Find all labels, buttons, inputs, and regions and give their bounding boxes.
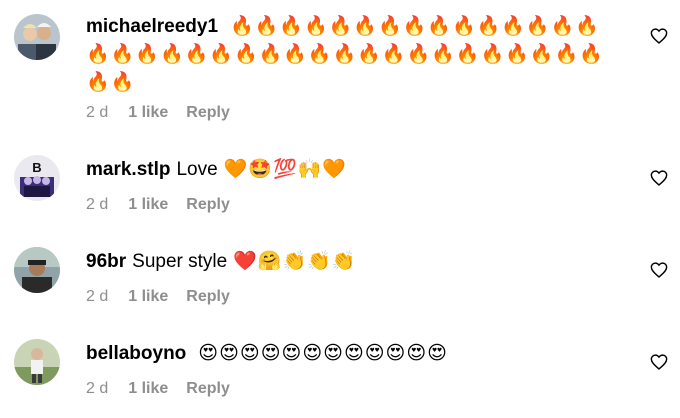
- comment-text: Love: [176, 159, 218, 180]
- reply-button[interactable]: Reply: [186, 287, 230, 307]
- comment-body: michaelreedy1 🔥🔥🔥🔥🔥🔥🔥🔥🔥🔥🔥🔥🔥🔥🔥🔥🔥🔥🔥🔥🔥🔥🔥🔥🔥🔥🔥…: [86, 13, 620, 97]
- comment-body: mark.stlp Love 🧡🤩💯🙌🧡: [86, 156, 620, 184]
- comment-emojis: 😍😍😍😍😍😍😍😍😍😍😍😍: [198, 343, 448, 364]
- comment-meta: 2 d 1 like Reply: [86, 103, 230, 123]
- avatar[interactable]: [14, 14, 60, 60]
- svg-text:B: B: [32, 160, 41, 175]
- comment-like-count[interactable]: 1 like: [128, 287, 168, 307]
- comment-timestamp[interactable]: 2 d: [86, 103, 108, 123]
- heart-outline-icon[interactable]: [650, 170, 668, 186]
- reply-button[interactable]: Reply: [186, 103, 230, 123]
- comment-like-count[interactable]: 1 like: [128, 195, 168, 215]
- reply-button[interactable]: Reply: [186, 195, 230, 215]
- comment-like-count[interactable]: 1 like: [128, 103, 168, 123]
- comment-text: Super style: [132, 251, 228, 272]
- heart-outline-icon[interactable]: [650, 262, 668, 278]
- comment-meta: 2 d 1 like Reply: [86, 379, 230, 399]
- comment-username[interactable]: bellaboyno: [86, 343, 186, 364]
- comment-username[interactable]: 96br: [86, 251, 126, 272]
- avatar[interactable]: B: [14, 155, 60, 201]
- comment-timestamp[interactable]: 2 d: [86, 287, 108, 307]
- comment-body: bellaboyno 😍😍😍😍😍😍😍😍😍😍😍😍: [86, 340, 620, 368]
- avatar[interactable]: [14, 339, 60, 385]
- comment-meta: 2 d 1 like Reply: [86, 287, 230, 307]
- comment-timestamp[interactable]: 2 d: [86, 195, 108, 215]
- comment-username[interactable]: michaelreedy1: [86, 16, 218, 37]
- reply-button[interactable]: Reply: [186, 379, 230, 399]
- comment-emojis: 🧡🤩💯🙌🧡: [223, 159, 347, 180]
- comment-body: 96br Super style ❤️🤗👏👏👏: [86, 248, 620, 276]
- comment-timestamp[interactable]: 2 d: [86, 379, 108, 399]
- avatar[interactable]: [14, 247, 60, 293]
- comment-emojis: ❤️🤗👏👏👏: [233, 251, 357, 272]
- heart-outline-icon[interactable]: [650, 28, 668, 44]
- heart-outline-icon[interactable]: [650, 354, 668, 370]
- comment-like-count[interactable]: 1 like: [128, 379, 168, 399]
- comment-username[interactable]: mark.stlp: [86, 159, 170, 180]
- comment-meta: 2 d 1 like Reply: [86, 195, 230, 215]
